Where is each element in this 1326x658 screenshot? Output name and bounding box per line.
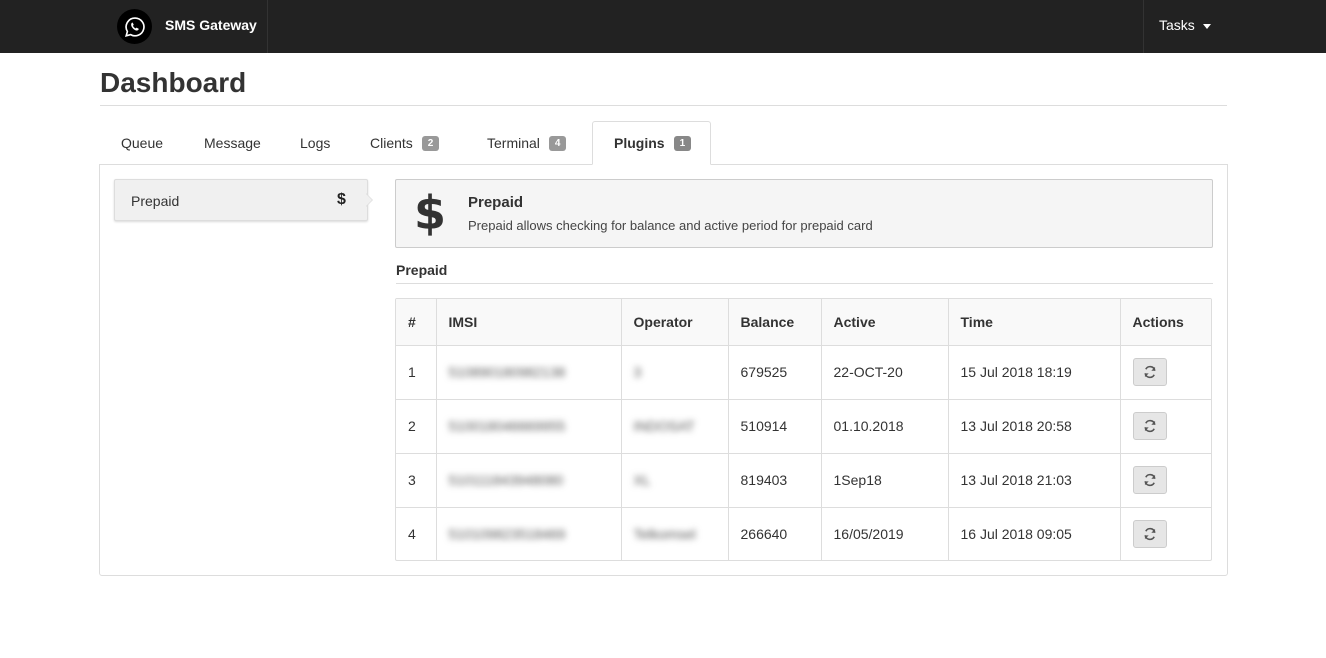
tab-label: Queue <box>121 135 164 151</box>
cell-balance: 679525 <box>727 344 822 400</box>
refresh-button[interactable] <box>1132 466 1167 494</box>
cell-imsi: 510890180982138 <box>435 344 622 400</box>
tab-queue[interactable]: Queue <box>100 121 184 165</box>
cell-time: 13 Jul 2018 21:03 <box>947 452 1121 508</box>
cell-active: 22-OCT-20 <box>820 344 949 400</box>
refresh-button[interactable] <box>1132 412 1167 440</box>
tab-label: Terminal <box>487 135 540 151</box>
cell-imsi: 510109823518469 <box>435 506 622 560</box>
page-title: Dashboard <box>100 67 247 98</box>
whatsapp-icon <box>117 9 152 44</box>
dollar-icon: $ <box>414 186 447 240</box>
dollar-icon: $ <box>337 191 346 208</box>
table-row: 3 510111843948080 XL 819403 1Sep18 13 Ju… <box>396 452 1211 508</box>
tab-label: Plugins <box>614 135 665 151</box>
plugin-info-panel: $ Prepaid Prepaid allows checking for ba… <box>395 179 1213 248</box>
cell-balance: 266640 <box>727 506 822 560</box>
cell-balance: 819403 <box>727 452 822 508</box>
column-header-actions: Actions <box>1119 299 1211 346</box>
tasks-label: Tasks <box>1159 17 1195 33</box>
tab-clients[interactable]: Clients 2 <box>349 121 460 165</box>
caret-down-icon <box>1203 24 1211 29</box>
cell-time: 13 Jul 2018 20:58 <box>947 398 1121 454</box>
cell-imsi: 510111843948080 <box>435 452 622 508</box>
cell-operator: 3 <box>620 344 729 400</box>
tab-logs[interactable]: Logs <box>279 121 351 165</box>
cell-operator: INDOSAT <box>620 398 729 454</box>
tab-plugins[interactable]: Plugins 1 <box>592 121 711 165</box>
prepaid-table: # IMSI Operator Balance Active Time Acti… <box>395 298 1212 561</box>
table-header-row: # IMSI Operator Balance Active Time Acti… <box>396 299 1211 346</box>
refresh-button[interactable] <box>1132 358 1167 386</box>
count-badge: 1 <box>673 135 692 151</box>
active-pointer-arrow-fill <box>366 194 372 206</box>
count-badge: 2 <box>421 135 440 151</box>
sidebar-item-prepaid[interactable]: Prepaid $ <box>114 179 368 221</box>
cell-active: 16/05/2019 <box>820 506 949 560</box>
cell-active: 01.10.2018 <box>820 398 949 454</box>
sidebar-item-label: Prepaid <box>131 193 180 209</box>
tab-label: Logs <box>300 135 331 151</box>
refresh-icon <box>1143 365 1156 379</box>
cell-number: 3 <box>396 452 437 508</box>
tab-message[interactable]: Message <box>183 121 282 165</box>
section-divider <box>396 283 1213 284</box>
cell-time: 15 Jul 2018 18:19 <box>947 344 1121 400</box>
cell-actions <box>1119 398 1211 454</box>
cell-actions <box>1119 506 1211 560</box>
column-header-active: Active <box>820 299 949 346</box>
plugin-description: Prepaid allows checking for balance and … <box>468 218 873 233</box>
refresh-button[interactable] <box>1132 520 1167 549</box>
section-title: Prepaid <box>396 262 448 278</box>
column-header-time: Time <box>947 299 1121 346</box>
brand-link[interactable]: SMS Gateway <box>100 0 268 53</box>
cell-time: 16 Jul 2018 09:05 <box>947 506 1121 560</box>
refresh-icon <box>1143 528 1156 541</box>
refresh-icon <box>1143 419 1156 433</box>
table-row: 2 510018046669955 INDOSAT 510914 01.10.2… <box>396 398 1211 454</box>
column-header-operator: Operator <box>620 299 729 346</box>
count-badge: 4 <box>548 135 567 151</box>
cell-number: 1 <box>396 344 437 400</box>
cell-operator: XL <box>620 452 729 508</box>
cell-balance: 510914 <box>727 398 822 454</box>
cell-operator: Telkomsel <box>620 506 729 560</box>
column-header-balance: Balance <box>727 299 822 346</box>
cell-actions <box>1119 344 1211 400</box>
cell-actions <box>1119 452 1211 508</box>
title-divider <box>100 105 1227 106</box>
brand-name: SMS Gateway <box>165 17 257 33</box>
cell-imsi: 510018046669955 <box>435 398 622 454</box>
table-row: 4 510109823518469 Telkomsel 266640 16/05… <box>396 506 1211 560</box>
cell-number: 2 <box>396 398 437 454</box>
top-navbar: SMS Gateway Tasks <box>0 0 1326 53</box>
tab-terminal[interactable]: Terminal 4 <box>466 121 587 165</box>
plugin-title: Prepaid <box>468 194 524 211</box>
table-row: 1 510890180982138 3 679525 22-OCT-20 15 … <box>396 344 1211 400</box>
column-header-number: # <box>396 299 437 346</box>
cell-active: 1Sep18 <box>820 452 949 508</box>
tasks-dropdown[interactable]: Tasks <box>1143 0 1326 53</box>
column-header-imsi: IMSI <box>435 299 622 346</box>
tab-label: Clients <box>370 135 413 151</box>
cell-number: 4 <box>396 506 437 560</box>
tab-label: Message <box>204 135 261 151</box>
refresh-icon <box>1143 473 1156 487</box>
